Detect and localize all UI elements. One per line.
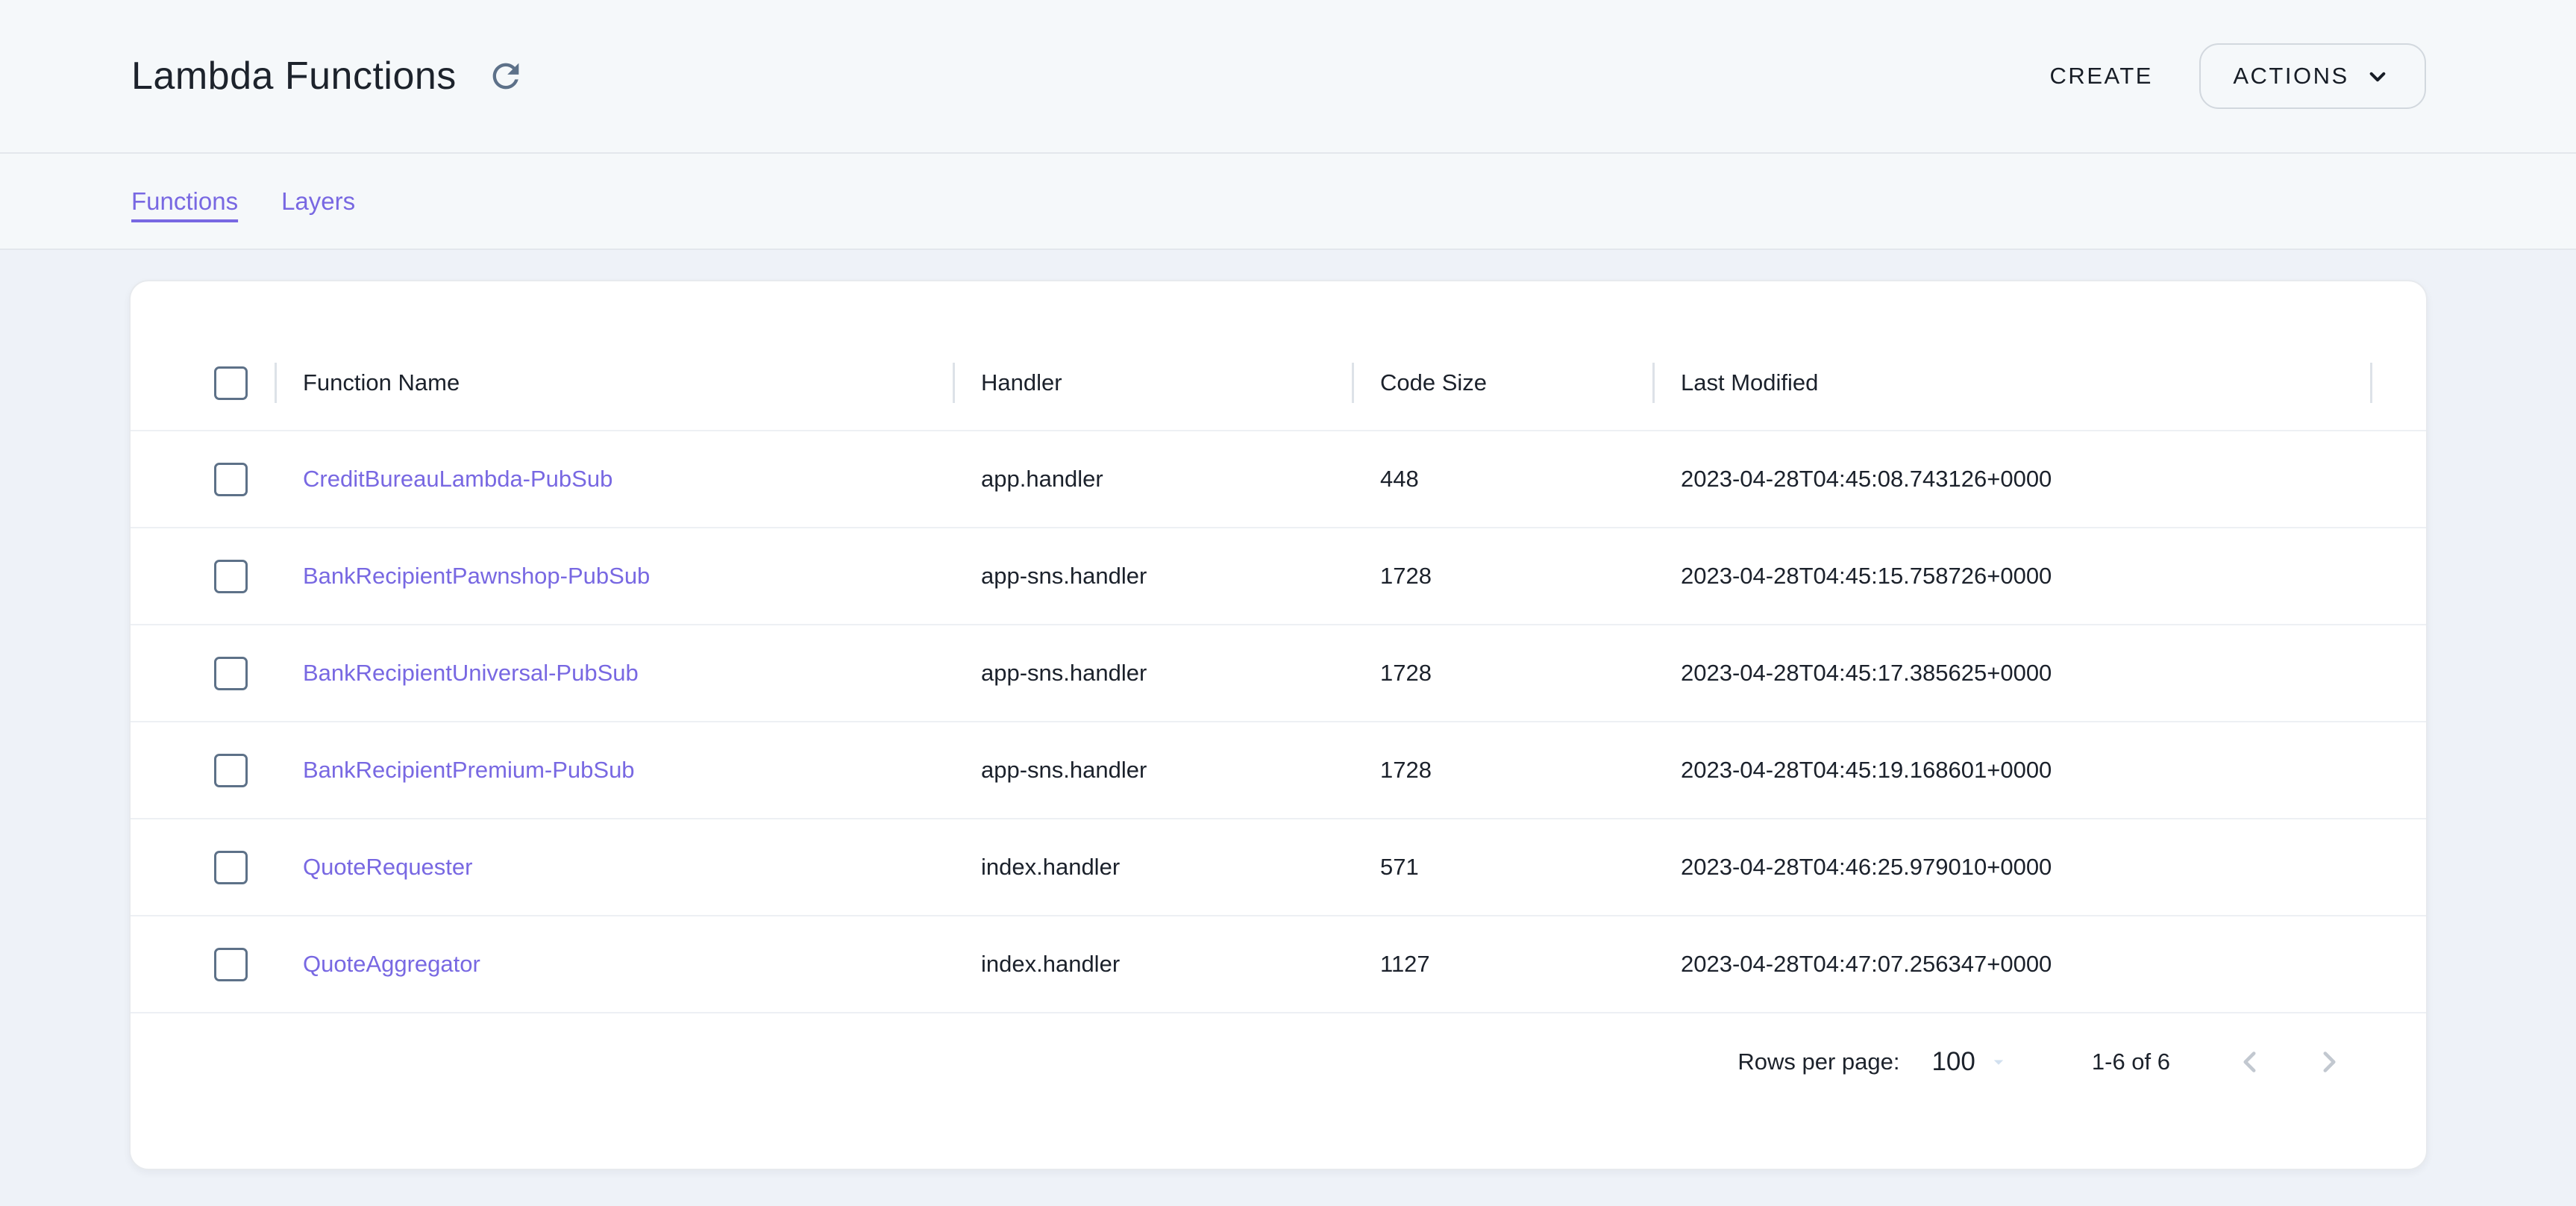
actions-button-label: ACTIONS (2233, 63, 2348, 90)
refresh-icon (486, 57, 525, 96)
column-header-function-name: Function Name (275, 336, 953, 430)
row-checkbox[interactable] (214, 657, 248, 690)
handler-cell: app-sns.handler (953, 528, 1352, 624)
tab-layers[interactable]: Layers (281, 187, 355, 216)
dropdown-arrow-icon (1987, 1051, 2010, 1073)
lambda-functions-page: Lambda Functions CREATE ACTIONS Function… (0, 0, 2576, 1206)
select-all-checkbox[interactable] (214, 366, 248, 400)
table-row: BankRecipientPawnshop-PubSub app-sns.han… (131, 528, 2426, 625)
row-checkbox[interactable] (214, 851, 248, 884)
page-title: Lambda Functions (131, 54, 457, 99)
previous-page-button[interactable] (2231, 1043, 2269, 1081)
chevron-down-icon (2363, 62, 2392, 92)
table-row: BankRecipientUniversal-PubSub app-sns.ha… (131, 625, 2426, 722)
title-wrap: Lambda Functions (131, 54, 528, 99)
column-header-spacer (2370, 336, 2426, 430)
rows-per-page-select[interactable]: 100 (1931, 1047, 2009, 1077)
row-checkbox[interactable] (214, 948, 248, 981)
handler-cell: app-sns.handler (953, 722, 1352, 818)
handler-cell: index.handler (953, 916, 1352, 1012)
handler-cell: index.handler (953, 819, 1352, 915)
column-divider (2370, 363, 2372, 403)
function-name-link[interactable]: BankRecipientPremium-PubSub (303, 757, 635, 784)
code-size-cell: 448 (1352, 431, 1652, 527)
last-modified-cell: 2023-04-28T04:45:15.758726+0000 (1652, 528, 2370, 624)
table-row: CreditBureauLambda-PubSub app.handler 44… (131, 431, 2426, 528)
refresh-button[interactable] (483, 54, 528, 99)
function-name-link[interactable]: QuoteAggregator (303, 951, 480, 978)
table-row: QuoteRequester index.handler 571 2023-04… (131, 819, 2426, 916)
column-header-label: Handler (981, 369, 1062, 396)
column-divider (275, 363, 277, 403)
column-header-label: Code Size (1380, 369, 1487, 396)
functions-table-card: Function Name Handler Code Size Last Mod… (129, 280, 2428, 1170)
actions-button[interactable]: ACTIONS (2199, 43, 2426, 109)
table-row: BankRecipientPremium-PubSub app-sns.hand… (131, 722, 2426, 819)
code-size-cell: 1127 (1352, 916, 1652, 1012)
handler-cell: app.handler (953, 431, 1352, 527)
row-checkbox[interactable] (214, 560, 248, 593)
column-header-label: Last Modified (1681, 369, 1818, 396)
code-size-cell: 571 (1352, 819, 1652, 915)
function-name-link[interactable]: QuoteRequester (303, 854, 472, 881)
code-size-cell: 1728 (1352, 722, 1652, 818)
next-page-button[interactable] (2310, 1043, 2348, 1081)
rows-per-page-value: 100 (1931, 1047, 1975, 1077)
main-content: Function Name Handler Code Size Last Mod… (0, 250, 2576, 1170)
chevron-right-icon (2310, 1043, 2348, 1081)
column-divider (1352, 363, 1354, 403)
header-actions: CREATE ACTIONS (2050, 43, 2426, 109)
column-divider (953, 363, 955, 403)
row-checkbox[interactable] (214, 754, 248, 787)
tab-bar: Functions Layers (0, 154, 2576, 250)
chevron-left-icon (2231, 1043, 2269, 1081)
function-name-link[interactable]: CreditBureauLambda-PubSub (303, 466, 612, 493)
last-modified-cell: 2023-04-28T04:45:08.743126+0000 (1652, 431, 2370, 527)
tab-functions[interactable]: Functions (131, 187, 238, 216)
function-name-link[interactable]: BankRecipientUniversal-PubSub (303, 660, 639, 687)
function-name-link[interactable]: BankRecipientPawnshop-PubSub (303, 563, 650, 590)
pagination-bar: Rows per page: 100 1-6 of 6 (131, 1013, 2426, 1110)
table-header-row: Function Name Handler Code Size Last Mod… (131, 336, 2426, 431)
page-header: Lambda Functions CREATE ACTIONS (0, 0, 2576, 154)
column-header-code-size: Code Size (1352, 336, 1652, 430)
pagination-range: 1-6 of 6 (2092, 1049, 2170, 1075)
code-size-cell: 1728 (1352, 528, 1652, 624)
code-size-cell: 1728 (1352, 625, 1652, 721)
last-modified-cell: 2023-04-28T04:45:17.385625+0000 (1652, 625, 2370, 721)
select-all-cell (131, 336, 275, 430)
last-modified-cell: 2023-04-28T04:47:07.256347+0000 (1652, 916, 2370, 1012)
last-modified-cell: 2023-04-28T04:45:19.168601+0000 (1652, 722, 2370, 818)
create-button[interactable]: CREATE (2050, 63, 2153, 90)
last-modified-cell: 2023-04-28T04:46:25.979010+0000 (1652, 819, 2370, 915)
column-header-label: Function Name (303, 369, 460, 396)
column-divider (1652, 363, 1655, 403)
row-checkbox[interactable] (214, 463, 248, 496)
rows-per-page-label: Rows per page: (1737, 1049, 1899, 1075)
table-row: QuoteAggregator index.handler 1127 2023-… (131, 916, 2426, 1013)
column-header-handler: Handler (953, 336, 1352, 430)
handler-cell: app-sns.handler (953, 625, 1352, 721)
column-header-last-modified: Last Modified (1652, 336, 2370, 430)
